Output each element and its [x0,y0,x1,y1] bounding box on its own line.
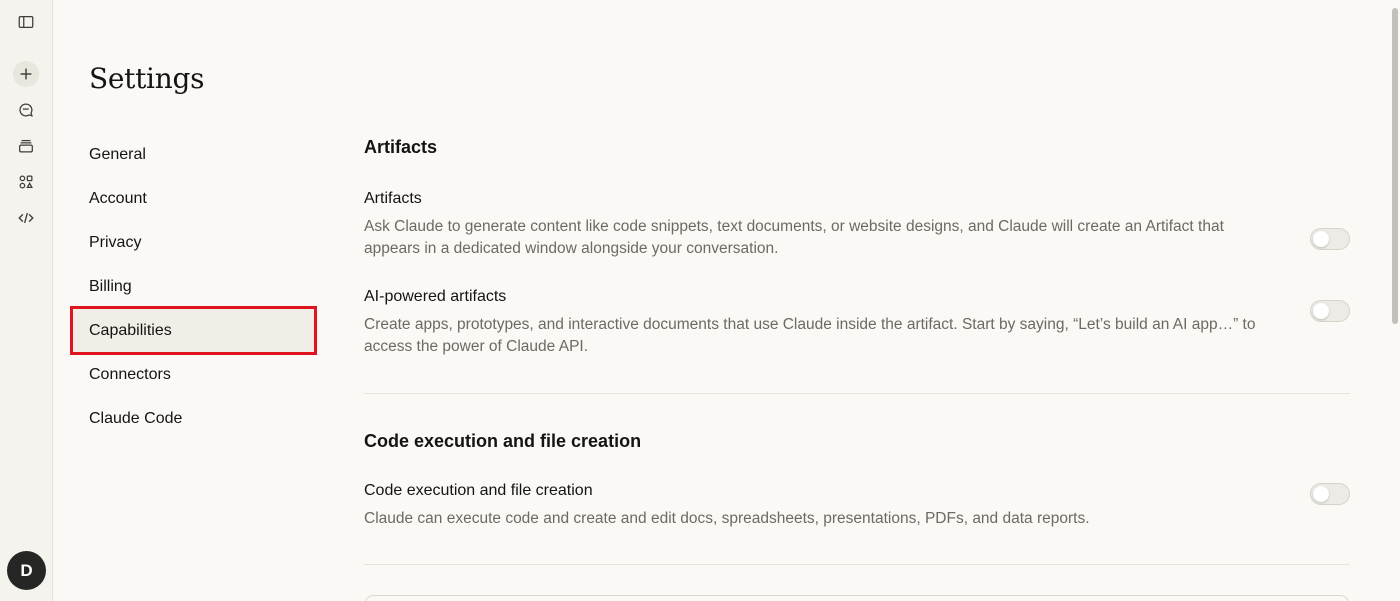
nav-item-label: Claude Code [89,410,183,427]
setting-description: Create apps, prototypes, and interactive… [364,316,1256,355]
nav-item-capabilities[interactable]: Capabilities [70,309,318,353]
ai-powered-artifacts-toggle[interactable] [1310,300,1350,322]
plus-icon[interactable] [13,61,39,87]
setting-label: Code execution and file creation [364,482,593,499]
avatar[interactable]: D [7,551,46,590]
code-execution-section: Code execution and file creation Code ex… [364,424,1350,530]
code-icon[interactable] [13,205,39,231]
setting-label: Artifacts [364,190,422,207]
nav-item-general[interactable]: General [70,133,318,177]
nav-item-claude-code[interactable]: Claude Code [70,397,318,441]
nav-item-label: Billing [89,278,132,295]
nav-item-connectors[interactable]: Connectors [70,353,318,397]
avatar-initial: D [20,560,33,580]
scrollbar-thumb[interactable] [1392,8,1398,324]
nav-item-privacy[interactable]: Privacy [70,221,318,265]
section-divider [364,393,1350,394]
section-divider [364,564,1350,565]
left-rail: D [0,0,53,601]
projects-icon[interactable] [13,133,39,159]
setting-description: Ask Claude to generate content like code… [364,218,1224,257]
nav-item-label: General [89,146,146,163]
app-window: D Settings General Account Privacy Billi… [0,0,1400,601]
settings-nav: General Account Privacy Billing Capabili… [70,133,318,441]
artifacts-toggle[interactable] [1310,228,1350,250]
settings-content: Artifacts Artifacts Ask Claude to genera… [364,130,1350,565]
section-title: Artifacts [364,137,438,157]
setting-label: AI-powered artifacts [364,288,507,305]
nav-item-label: Capabilities [89,322,172,339]
sidebar-toggle-icon[interactable] [13,9,39,35]
setting-row-artifacts: Artifacts Ask Claude to generate content… [364,188,1350,260]
toggle-knob [1313,486,1329,502]
nav-item-label: Connectors [89,366,171,383]
page-title: Settings [89,62,205,95]
toggle-knob [1313,231,1329,247]
nav-item-label: Account [89,190,147,207]
code-execution-toggle[interactable] [1310,483,1350,505]
section-title: Code execution and file creation [364,431,642,451]
scrollbar-track [1390,0,1400,601]
toggle-knob [1313,303,1329,319]
setting-description: Claude can execute code and create and e… [364,510,1090,527]
setting-row-code-execution: Code execution and file creation Claude … [364,480,1350,530]
next-section-card [364,595,1350,601]
setting-row-ai-powered-artifacts: AI-powered artifacts Create apps, protot… [364,286,1350,358]
chat-bubble-icon[interactable] [13,97,39,123]
nav-item-account[interactable]: Account [70,177,318,221]
artifacts-icon[interactable] [13,169,39,195]
nav-item-billing[interactable]: Billing [70,265,318,309]
nav-item-label: Privacy [89,234,142,251]
artifacts-section: Artifacts Artifacts Ask Claude to genera… [364,130,1350,358]
